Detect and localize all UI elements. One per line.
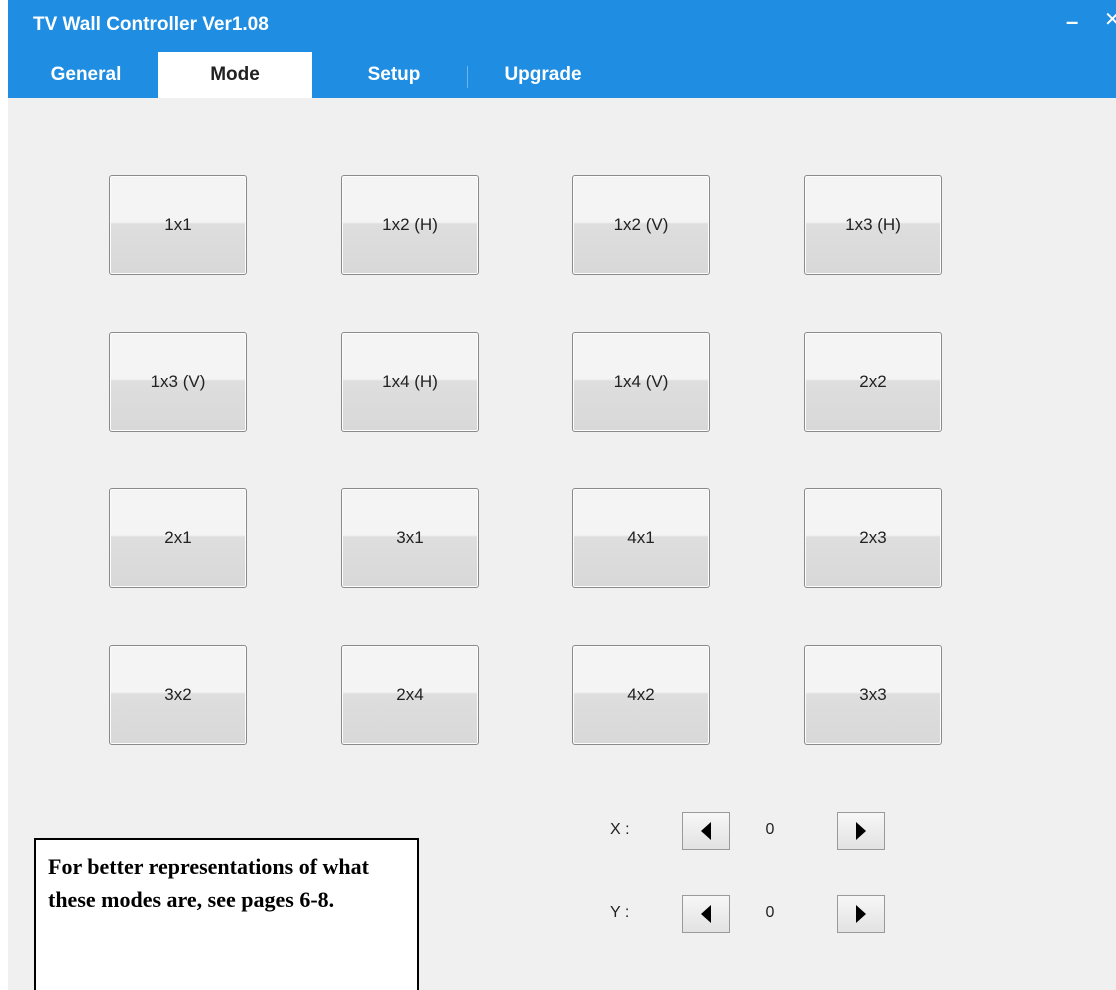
tab-general[interactable]: General	[26, 52, 146, 98]
x-increment-button[interactable]	[837, 812, 885, 850]
x-decrement-button[interactable]	[682, 812, 730, 850]
mode-button-3x1[interactable]: 3x1	[341, 488, 479, 588]
x-label: X :	[610, 821, 630, 838]
mode-button-2x1[interactable]: 2x1	[109, 488, 247, 588]
mode-button-1x3-v[interactable]: 1x3 (V)	[109, 332, 247, 432]
x-value: 0	[765, 821, 775, 838]
y-increment-button[interactable]	[837, 895, 885, 933]
mode-button-1x3-h[interactable]: 1x3 (H)	[804, 175, 942, 275]
app-window: TV Wall Controller Ver1.08 – ✕ General M…	[0, 0, 1116, 990]
mode-button-4x2[interactable]: 4x2	[572, 645, 710, 745]
mode-button-3x2[interactable]: 3x2	[109, 645, 247, 745]
y-decrement-button[interactable]	[682, 895, 730, 933]
tab-divider	[467, 66, 468, 88]
mode-button-4x1[interactable]: 4x1	[572, 488, 710, 588]
left-margin	[0, 0, 8, 990]
mode-button-1x4-h[interactable]: 1x4 (H)	[341, 332, 479, 432]
left-arrow-icon	[701, 822, 711, 840]
mode-button-1x1[interactable]: 1x1	[109, 175, 247, 275]
minimize-icon[interactable]: –	[1066, 11, 1078, 33]
close-icon[interactable]: ✕	[1104, 10, 1116, 30]
mode-button-2x4[interactable]: 2x4	[341, 645, 479, 745]
mode-button-3x3[interactable]: 3x3	[804, 645, 942, 745]
mode-button-1x2-h[interactable]: 1x2 (H)	[341, 175, 479, 275]
tab-upgrade[interactable]: Upgrade	[478, 52, 608, 98]
tab-mode[interactable]: Mode	[158, 52, 312, 98]
window-title: TV Wall Controller Ver1.08	[33, 14, 269, 35]
mode-button-2x3[interactable]: 2x3	[804, 488, 942, 588]
mode-button-1x2-v[interactable]: 1x2 (V)	[572, 175, 710, 275]
y-label: Y :	[610, 904, 630, 921]
right-arrow-icon	[856, 905, 866, 923]
title-bar: TV Wall Controller Ver1.08 – ✕ General M…	[8, 0, 1116, 98]
right-arrow-icon	[856, 822, 866, 840]
tab-setup[interactable]: Setup	[334, 52, 454, 98]
annotation-note: For better representations of what these…	[34, 838, 419, 990]
y-value: 0	[765, 904, 775, 921]
mode-button-1x4-v[interactable]: 1x4 (V)	[572, 332, 710, 432]
left-arrow-icon	[701, 905, 711, 923]
mode-button-2x2[interactable]: 2x2	[804, 332, 942, 432]
